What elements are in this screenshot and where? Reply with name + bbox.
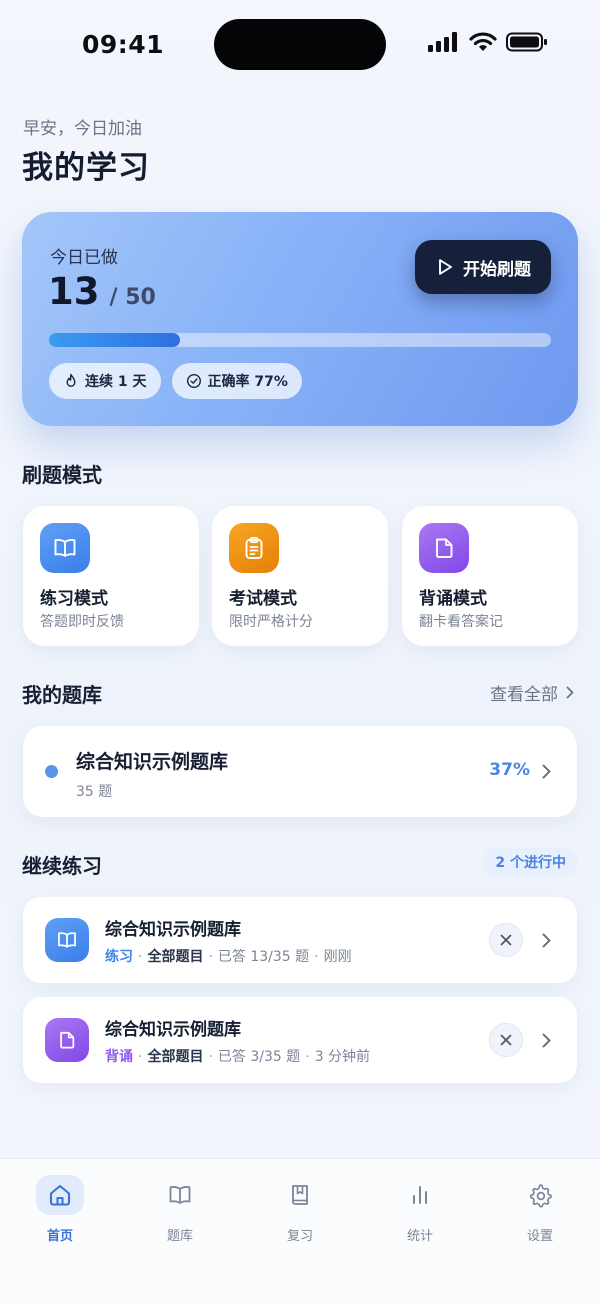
- signal-icon: [428, 32, 457, 52]
- session-title: 综合知识示例题库: [105, 1020, 241, 1040]
- session-scope: 全部题目: [147, 1049, 204, 1065]
- page-title: 我的学习: [22, 150, 150, 186]
- tab-home-icon-wrap: [36, 1175, 84, 1215]
- status-time: 09:41: [82, 30, 165, 59]
- daily-progress-bar: [49, 333, 551, 347]
- greeting-text: 早安，今日加油: [23, 119, 142, 139]
- streak-label: 连续 1 天: [85, 374, 147, 390]
- tab-home[interactable]: 首页: [20, 1175, 100, 1244]
- wifi-icon: [469, 32, 497, 51]
- accuracy-chip: 正确率 77%: [171, 363, 302, 399]
- goal-count: / 50: [109, 285, 156, 310]
- note-icon: [60, 1031, 75, 1049]
- question-bank-row[interactable]: 综合知识示例题库 35 题 37%: [23, 726, 577, 817]
- continue-section-title: 继续练习: [22, 854, 102, 878]
- flame-icon: [66, 373, 76, 387]
- session-answered: 已答 13/35 题: [217, 949, 310, 965]
- practice-mode-icon-tile: [40, 523, 90, 573]
- tab-settings-icon-wrap: [516, 1175, 564, 1215]
- bank-name: 综合知识示例题库: [76, 751, 229, 773]
- check-circle-icon: [186, 373, 201, 389]
- note-icon: [436, 538, 453, 558]
- stat-chips: 连续 1 天 正确率 77%: [49, 363, 302, 399]
- modes-section-title: 刷题模式: [22, 463, 102, 487]
- session-meta: 练习 · 全部题目 · 已答 13/35 题 · 刚刚: [105, 949, 352, 965]
- exam-mode-card[interactable]: 考试模式 限时严格计分: [212, 506, 388, 646]
- start-practice-label: 开始刷题: [463, 259, 531, 280]
- accuracy-label: 正确率 77%: [207, 374, 288, 390]
- close-icon: [500, 934, 512, 946]
- view-all-link[interactable]: 查看全部: [490, 680, 574, 705]
- session-mode-icon-tile: [45, 1018, 89, 1062]
- book-open-icon: [169, 1186, 191, 1204]
- session-scope: 全部题目: [147, 949, 204, 965]
- in-progress-badge: 2 个进行中: [483, 847, 578, 877]
- today-progress-card: 今日已做 13 / 50 开始刷题 连续 1 天 正确率 77%: [22, 212, 578, 426]
- bank-question-count: 35 题: [76, 784, 113, 800]
- session-meta: 背诵 · 全部题目 · 已答 3/35 题 · 3 分钟前: [105, 1049, 371, 1065]
- continue-session-card[interactable]: 综合知识示例题库 背诵 · 全部题目 · 已答 3/35 题 · 3 分钟前: [23, 997, 577, 1083]
- practice-mode-desc: 答题即时反馈: [40, 614, 124, 630]
- clipboard-icon: [245, 536, 263, 559]
- session-mode: 练习: [105, 949, 133, 965]
- chevron-right-icon: [542, 933, 551, 948]
- session-time: 3 分钟前: [314, 1049, 371, 1065]
- memorize-mode-card[interactable]: 背诵模式 翻卡看答案记: [402, 506, 578, 646]
- book-open-icon: [54, 538, 76, 557]
- tab-settings[interactable]: 设置: [500, 1175, 580, 1244]
- session-mode: 背诵: [105, 1049, 133, 1065]
- bank-color-dot: [45, 765, 58, 778]
- dynamic-island: [214, 19, 386, 70]
- exam-mode-desc: 限时严格计分: [229, 614, 313, 630]
- memorize-mode-desc: 翻卡看答案记: [419, 614, 503, 630]
- tab-review-icon-wrap: [276, 1175, 324, 1215]
- today-count: 13 / 50: [48, 270, 156, 313]
- tab-banks-label: 题库: [166, 1229, 193, 1244]
- bank-progress-percent: 37%: [489, 760, 530, 780]
- memorize-mode-name: 背诵模式: [419, 589, 487, 609]
- status-icons: [428, 32, 548, 52]
- play-icon: [439, 259, 452, 275]
- dismiss-session-button[interactable]: [489, 1023, 523, 1057]
- home-icon: [49, 1184, 71, 1206]
- book-open-icon: [58, 932, 76, 948]
- session-mode-icon-tile: [45, 918, 89, 962]
- tab-banks-icon-wrap: [156, 1175, 204, 1215]
- chevron-right-icon: [542, 1033, 551, 1048]
- daily-progress-fill: [49, 333, 180, 347]
- done-count: 13: [48, 270, 100, 313]
- memorize-mode-icon-tile: [419, 523, 469, 573]
- tab-stats-icon-wrap: [396, 1175, 444, 1215]
- battery-icon: [506, 32, 547, 52]
- tab-banks[interactable]: 题库: [140, 1175, 220, 1244]
- today-label: 今日已做: [50, 248, 118, 268]
- session-time: 刚刚: [323, 949, 352, 965]
- tab-settings-label: 设置: [526, 1229, 553, 1244]
- close-icon: [500, 1034, 512, 1046]
- streak-chip: 连续 1 天: [49, 363, 161, 399]
- tab-bar: 首页 题库 复习 统计 设置: [0, 1158, 600, 1304]
- practice-mode-name: 练习模式: [40, 589, 108, 609]
- start-practice-button[interactable]: 开始刷题: [415, 240, 551, 294]
- tab-stats[interactable]: 统计: [380, 1175, 460, 1244]
- session-answered: 已答 3/35 题: [217, 1049, 301, 1065]
- gear-icon: [530, 1184, 552, 1208]
- dismiss-session-button[interactable]: [489, 923, 523, 957]
- tab-review[interactable]: 复习: [260, 1175, 340, 1244]
- chevron-right-icon: [542, 764, 551, 779]
- chevron-right-icon: [566, 686, 574, 699]
- practice-mode-card[interactable]: 练习模式 答题即时反馈: [23, 506, 199, 646]
- continue-session-card[interactable]: 综合知识示例题库 练习 · 全部题目 · 已答 13/35 题 · 刚刚: [23, 897, 577, 983]
- bookmark-book-icon: [292, 1185, 308, 1205]
- bar-chart-icon: [413, 1186, 427, 1204]
- tab-stats-label: 统计: [406, 1229, 433, 1244]
- session-title: 综合知识示例题库: [105, 920, 241, 940]
- view-all-label: 查看全部: [490, 685, 558, 705]
- tab-home-label: 首页: [46, 1229, 73, 1244]
- exam-mode-icon-tile: [229, 523, 279, 573]
- exam-mode-name: 考试模式: [229, 589, 297, 609]
- status-bar: 09:41: [0, 0, 600, 90]
- tab-review-label: 复习: [286, 1229, 313, 1244]
- banks-section-title: 我的题库: [22, 683, 102, 707]
